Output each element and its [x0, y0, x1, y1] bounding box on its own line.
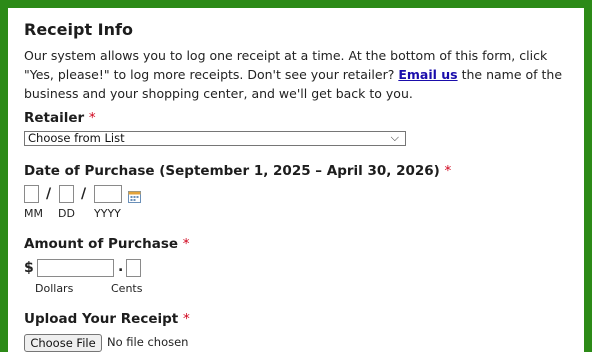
section-title: Receipt Info — [24, 20, 133, 39]
year-input[interactable] — [94, 185, 122, 203]
upload-label: Upload Your Receipt * — [24, 311, 190, 327]
currency-symbol: $ — [24, 260, 34, 276]
required-marker: * — [444, 163, 452, 179]
date-separator: / — [46, 186, 52, 202]
amount-label-text: Amount of Purchase — [24, 236, 179, 252]
choose-file-button[interactable]: Choose File — [24, 334, 102, 352]
retailer-label-text: Retailer — [24, 110, 85, 126]
intro-text: Our system allows you to log one receipt… — [24, 46, 580, 103]
upload-label-text: Upload Your Receipt — [24, 311, 179, 327]
decimal-point: . — [118, 259, 124, 275]
day-hint: DD — [58, 207, 75, 220]
dollars-input[interactable] — [37, 259, 114, 277]
amount-label: Amount of Purchase * — [24, 236, 190, 252]
purchase-date-label-text: Date of Purchase (September 1, 2025 – Ap… — [24, 163, 440, 179]
cents-input[interactable] — [126, 259, 141, 277]
retailer-label: Retailer * — [24, 110, 96, 126]
purchase-date-label: Date of Purchase (September 1, 2025 – Ap… — [24, 163, 451, 179]
retailer-select-value: Choose from List — [28, 131, 125, 145]
email-us-link[interactable]: Email us — [398, 67, 457, 82]
day-input[interactable] — [59, 185, 74, 203]
required-marker: * — [182, 311, 190, 327]
dollars-hint: Dollars — [35, 282, 74, 295]
receipt-info-panel: Receipt Info Our system allows you to lo… — [8, 8, 584, 352]
month-input[interactable] — [24, 185, 39, 203]
chevron-down-icon: ⌵ — [390, 131, 399, 144]
retailer-select[interactable]: Choose from List ⌵ — [24, 131, 406, 146]
required-marker: * — [182, 236, 190, 252]
cents-hint: Cents — [111, 282, 143, 295]
file-status: No file chosen — [107, 335, 189, 349]
required-marker: * — [88, 110, 96, 126]
year-hint: YYYY — [94, 207, 121, 220]
calendar-icon[interactable] — [128, 190, 141, 203]
month-hint: MM — [24, 207, 43, 220]
date-separator: / — [81, 186, 87, 202]
